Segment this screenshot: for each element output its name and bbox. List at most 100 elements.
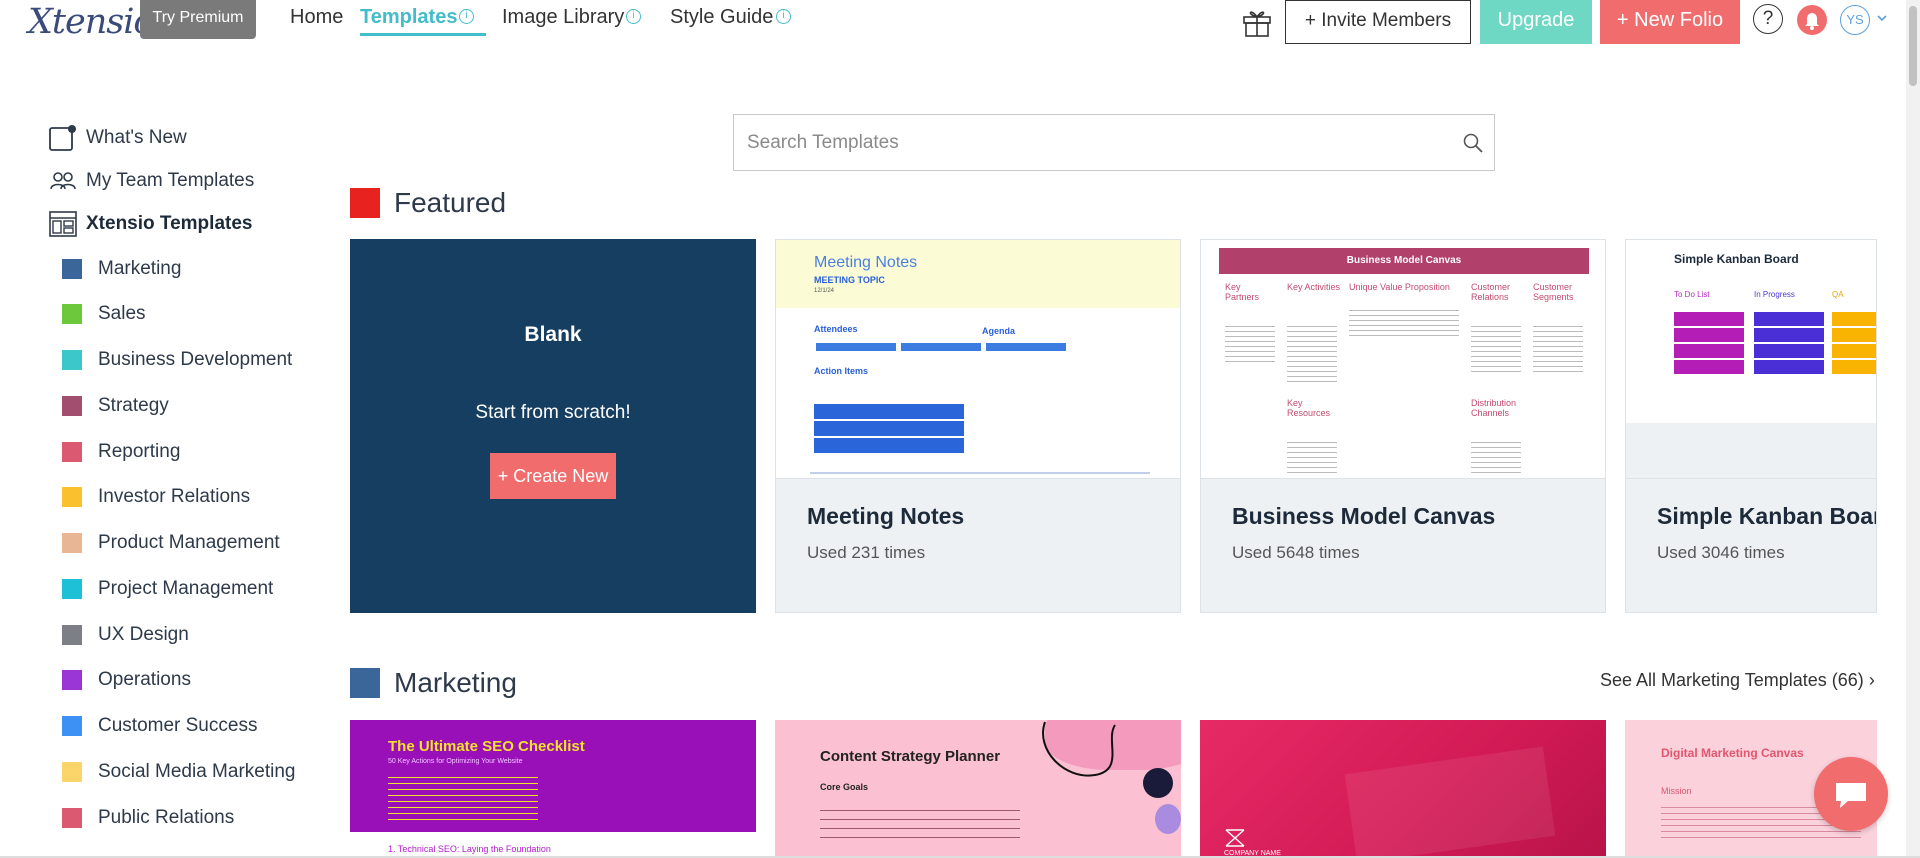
preview-agenda: Agenda: [982, 326, 1016, 336]
category-ux-design[interactable]: UX Design: [62, 621, 189, 649]
preview-subtitle: Core Goals: [820, 782, 869, 792]
preview-title: The Ultimate SEO Checklist: [388, 738, 585, 755]
template-usage: Used 5648 times: [1232, 543, 1360, 562]
upgrade-button[interactable]: Upgrade: [1480, 0, 1592, 44]
template-name: Simple Kanban Board: [1657, 503, 1877, 529]
invite-members-button[interactable]: + Invite Members: [1285, 0, 1471, 44]
category-sales[interactable]: Sales: [62, 300, 146, 328]
preview-col: In Progress: [1754, 290, 1795, 299]
sidebar-item-label: My Team Templates: [86, 170, 255, 191]
featured-section-header: Featured: [350, 187, 506, 219]
nav-style-guide[interactable]: Style Guide: [670, 6, 773, 29]
category-swatch: [62, 716, 82, 736]
category-business-development[interactable]: Business Development: [62, 346, 292, 374]
chevron-down-icon[interactable]: [1876, 12, 1888, 24]
category-investor-relations[interactable]: Investor Relations: [62, 483, 250, 511]
category-public-relations[interactable]: Public Relations: [62, 804, 234, 832]
nav-image-library[interactable]: Image Library: [502, 6, 624, 29]
search-icon[interactable]: [1462, 132, 1484, 154]
search-box: [733, 114, 1495, 171]
search-input[interactable]: [734, 115, 1434, 170]
template-usage: Used 3046 times: [1657, 543, 1785, 562]
chat-support-button[interactable]: [1814, 757, 1888, 831]
notification-bell-icon[interactable]: [1797, 5, 1827, 35]
category-label: UX Design: [98, 624, 189, 645]
template-preview: Meeting Notes MEETING TOPIC 12/1/24 Atte…: [776, 240, 1180, 478]
xtensio-logo[interactable]: Xtensio: [28, 2, 154, 42]
sidebar-item-whats-new[interactable]: What's New: [48, 123, 187, 153]
template-card-marketing-photo[interactable]: COMPANY NAME: [1200, 720, 1606, 858]
team-icon: [50, 172, 76, 190]
category-label: Customer Success: [98, 715, 258, 736]
help-icon[interactable]: ?: [1753, 4, 1783, 34]
category-customer-success[interactable]: Customer Success: [62, 712, 257, 740]
template-info: Meeting Notes Used 231 times: [776, 478, 1180, 612]
marketing-color-square: [350, 668, 380, 698]
active-tab-indicator: [360, 33, 486, 36]
preview-section: 1. Technical SEO: Laying the Foundation: [388, 844, 551, 854]
category-project-management[interactable]: Project Management: [62, 575, 273, 603]
template-info: Simple Kanban Board Used 3046 times: [1626, 478, 1877, 612]
preview-date: 12/1/24: [814, 288, 835, 294]
blank-card-subtitle: Start from scratch!: [475, 402, 631, 423]
nav-templates[interactable]: Templates: [360, 6, 457, 29]
scrollbar-thumb[interactable]: [1909, 6, 1917, 86]
section-title: Marketing: [394, 667, 517, 698]
category-swatch: [62, 625, 82, 645]
chat-icon: [1836, 783, 1866, 808]
see-all-marketing-link[interactable]: See All Marketing Templates (66) ›: [1600, 670, 1875, 691]
category-swatch: [62, 442, 82, 462]
preview-col: Customer Segments: [1533, 282, 1574, 302]
category-operations[interactable]: Operations: [62, 666, 191, 694]
preview-attendees: Attendees: [814, 324, 858, 334]
category-swatch: [62, 670, 82, 690]
template-card-content-strategy-planner[interactable]: Content Strategy Planner Core Goals: [775, 720, 1181, 858]
preview-col: Key Activities: [1287, 282, 1341, 292]
try-premium-button[interactable]: Try Premium: [140, 0, 256, 39]
nav-home[interactable]: Home: [290, 6, 343, 29]
category-product-management[interactable]: Product Management: [62, 529, 280, 557]
category-swatch: [62, 304, 82, 324]
whats-new-icon: [49, 125, 76, 151]
templates-info-icon[interactable]: i: [459, 9, 474, 24]
page-scrollbar[interactable]: [1906, 0, 1920, 858]
preview-title: Content Strategy Planner: [820, 748, 1001, 765]
gift-icon[interactable]: [1241, 6, 1273, 38]
sidebar-item-label: Xtensio Templates: [86, 213, 253, 234]
featured-color-square: [350, 188, 380, 218]
category-reporting[interactable]: Reporting: [62, 438, 180, 466]
category-label: Product Management: [98, 532, 280, 553]
new-folio-button[interactable]: + New Folio: [1600, 0, 1740, 44]
template-name: Business Model Canvas: [1232, 503, 1496, 529]
category-swatch: [62, 487, 82, 507]
template-card-seo-checklist[interactable]: The Ultimate SEO Checklist 50 Key Action…: [350, 720, 756, 858]
preview-topic: MEETING TOPIC: [814, 275, 885, 285]
user-avatar[interactable]: YS: [1840, 5, 1870, 35]
preview-row: Key Resources: [1287, 398, 1331, 418]
template-card-meeting-notes[interactable]: Meeting Notes MEETING TOPIC 12/1/24 Atte…: [775, 239, 1181, 613]
sidebar-item-xtensio-templates[interactable]: Xtensio Templates: [48, 209, 252, 239]
preview-col: Unique Value Proposition: [1349, 282, 1450, 292]
category-strategy[interactable]: Strategy: [62, 392, 169, 420]
sidebar-item-my-team-templates[interactable]: My Team Templates: [48, 166, 254, 196]
category-social-media-marketing[interactable]: Social Media Marketing: [62, 758, 295, 786]
category-label: Sales: [98, 303, 146, 324]
category-label: Reporting: [98, 441, 181, 462]
preview-heading: Meeting Notes: [814, 254, 918, 271]
category-label: Social Media Marketing: [98, 761, 296, 782]
category-marketing[interactable]: Marketing: [62, 255, 181, 283]
preview-heading: Simple Kanban Board: [1674, 252, 1799, 266]
template-card-business-model-canvas[interactable]: Business Model Canvas Key Partners Key A…: [1200, 239, 1606, 613]
top-navigation: Xtensio Try Premium Home Templates i Ima…: [0, 0, 1920, 44]
templates-icon: [49, 211, 77, 237]
create-new-button[interactable]: + Create New: [490, 453, 616, 499]
blank-template-card[interactable]: Blank Start from scratch! + Create New: [350, 239, 756, 613]
preview-heading: Business Model Canvas: [1219, 248, 1589, 274]
template-card-simple-kanban-board[interactable]: Simple Kanban Board To Do List In Progre…: [1625, 239, 1877, 613]
preview-subtitle: 50 Key Actions for Optimizing Your Websi…: [388, 758, 523, 765]
decorative-shape: [1042, 721, 1116, 777]
style-guide-info-icon[interactable]: i: [776, 9, 791, 24]
template-preview: Simple Kanban Board To Do List In Progre…: [1626, 240, 1876, 478]
image-library-info-icon[interactable]: i: [626, 9, 641, 24]
category-label: Investor Relations: [98, 486, 251, 507]
